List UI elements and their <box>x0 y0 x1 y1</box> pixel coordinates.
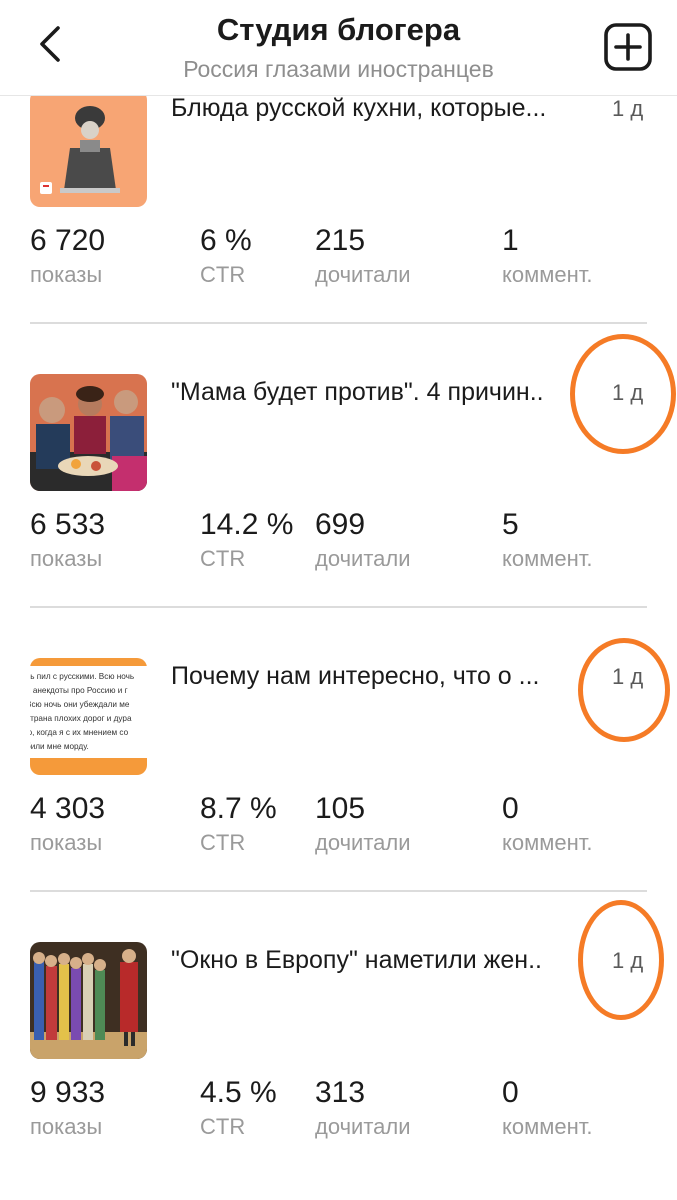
thumbnail-painting-image <box>30 942 147 1059</box>
stat-label: CTR <box>200 546 246 571</box>
stat-value: 8.7 % <box>200 792 277 825</box>
stat-value: 313 <box>315 1076 366 1109</box>
post-title[interactable]: Блюда русской кухни, которые... <box>171 94 591 123</box>
stat-label: коммент. <box>502 830 593 855</box>
thumbnail-text-line: били мне морду. <box>30 742 89 751</box>
post-thumbnail[interactable]: чь пил с русскими. Всю ночь и анекдоты п… <box>30 658 147 775</box>
post-title[interactable]: "Мама будет против". 4 причин.. <box>171 378 591 407</box>
stat-label: показы <box>30 830 103 855</box>
stat-label: коммент. <box>502 1114 593 1139</box>
post-age: 1 д <box>612 948 644 973</box>
stat-read: 313 дочитали <box>315 1076 411 1140</box>
stat-comments: 1 коммент. <box>502 224 593 288</box>
stat-value: 6 % <box>200 224 252 257</box>
thumbnail-family-photo-image <box>30 374 147 491</box>
stat-read: 105 дочитали <box>315 792 411 856</box>
stat-label: дочитали <box>315 1114 411 1139</box>
post-thumbnail[interactable] <box>30 374 147 491</box>
stat-views: 4 303 показы <box>30 792 105 856</box>
divider <box>30 890 647 892</box>
page-subtitle: Россия глазами иностранцев <box>183 56 494 82</box>
thumbnail-text-line: ю, когда я с их мнением со <box>30 728 129 737</box>
stat-label: дочитали <box>315 262 411 287</box>
stat-views: 6 720 показы <box>30 224 105 288</box>
stat-value: 4.5 % <box>200 1076 277 1109</box>
stat-label: показы <box>30 1114 103 1139</box>
post-age: 1 д <box>612 380 644 405</box>
post-card[interactable]: "Окно в Европу" наметили жен.. 1 д 9 933… <box>0 932 677 1200</box>
stat-ctr: 8.7 % CTR <box>200 792 277 856</box>
thumbnail-portrait-image <box>30 90 147 207</box>
add-post-button[interactable] <box>603 22 653 72</box>
post-card[interactable]: чь пил с русскими. Всю ночь и анекдоты п… <box>0 648 677 932</box>
stat-value: 6 533 <box>30 508 106 541</box>
stat-label: показы <box>30 262 103 287</box>
stat-label: дочитали <box>315 830 411 855</box>
stat-label: коммент. <box>502 546 593 571</box>
thumbnail-bottom-band <box>30 758 147 775</box>
stat-read: 699 дочитали <box>315 508 411 572</box>
stat-label: дочитали <box>315 546 411 571</box>
stat-value: 699 <box>315 508 366 541</box>
thumbnail-text-line: и анекдоты про Россию и г <box>30 686 128 695</box>
stat-views: 6 533 показы <box>30 508 105 572</box>
stat-value: 0 <box>502 1076 519 1109</box>
post-card[interactable]: Блюда русской кухни, которые... 1 д 6 72… <box>0 80 677 364</box>
stat-label: показы <box>30 546 103 571</box>
post-title[interactable]: Почему нам интересно, что о ... <box>171 662 591 691</box>
stat-ctr: 4.5 % CTR <box>200 1076 277 1140</box>
stat-value: 105 <box>315 792 366 825</box>
plus-square-icon <box>604 23 652 71</box>
page-title: Студия блогера <box>216 12 461 47</box>
stat-ctr: 6 % CTR <box>200 224 252 288</box>
app-header: Студия блогера Россия глазами иностранце… <box>0 0 677 96</box>
post-thumbnail[interactable] <box>30 90 147 207</box>
divider <box>30 322 647 324</box>
post-thumbnail[interactable] <box>30 942 147 1059</box>
stat-comments: 5 коммент. <box>502 508 593 572</box>
stat-label: CTR <box>200 262 246 287</box>
stat-views: 9 933 показы <box>30 1076 105 1140</box>
stat-label: коммент. <box>502 262 593 287</box>
post-title[interactable]: "Окно в Европу" наметили жен.. <box>171 946 591 975</box>
stat-value: 215 <box>315 224 366 257</box>
stat-value: 9 933 <box>30 1076 106 1109</box>
stat-ctr: 14.2 % CTR <box>200 508 293 572</box>
stat-comments: 0 коммент. <box>502 792 593 856</box>
thumbnail-top-band <box>30 658 147 666</box>
stat-value: 0 <box>502 792 519 825</box>
post-age: 1 д <box>612 96 644 121</box>
thumbnail-text-line: Всю ночь они убеждали ме <box>30 700 130 709</box>
stat-label: CTR <box>200 1114 246 1139</box>
stat-value: 5 <box>502 508 519 541</box>
thumbnail-text-line: чь пил с русскими. Всю ночь <box>30 672 135 681</box>
thumbnail-text-line: страна плохих дорог и дура <box>30 714 132 723</box>
stat-read: 215 дочитали <box>315 224 411 288</box>
post-age: 1 д <box>612 664 644 689</box>
stat-comments: 0 коммент. <box>502 1076 593 1140</box>
stat-value: 14.2 % <box>200 508 294 541</box>
stat-label: CTR <box>200 830 246 855</box>
divider <box>30 606 647 608</box>
stat-value: 4 303 <box>30 792 106 825</box>
stat-value: 6 720 <box>30 224 106 257</box>
thumbnail-text: чь пил с русскими. Всю ночь и анекдоты п… <box>30 670 147 754</box>
post-card[interactable]: "Мама будет против". 4 причин.. 1 д 6 53… <box>0 364 677 648</box>
stat-value: 1 <box>502 224 519 257</box>
